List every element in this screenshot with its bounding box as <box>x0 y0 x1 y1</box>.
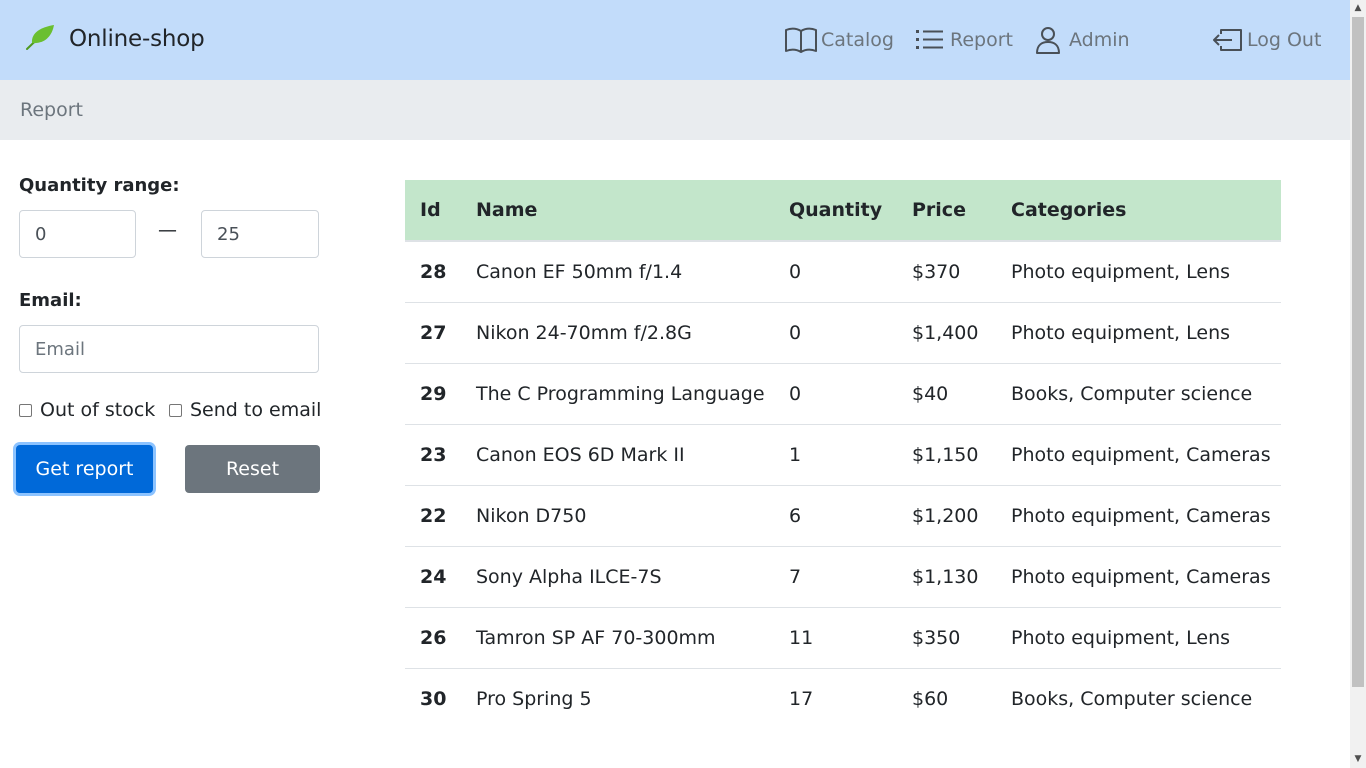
logout-icon <box>1211 27 1243 53</box>
cell-name: Pro Spring 5 <box>461 667 774 729</box>
email-label: Email: <box>19 290 82 311</box>
cell-quantity: 1 <box>774 423 897 485</box>
table-row: 30 Pro Spring 5 17 $60 Books, Computer s… <box>405 667 1281 729</box>
table-row: 27 Nikon 24-70mm f/2.8G 0 $1,400 Photo e… <box>405 301 1281 363</box>
header-id[interactable]: Id <box>405 180 461 242</box>
cell-price: $40 <box>897 362 996 424</box>
cell-price: $1,130 <box>897 545 996 607</box>
cell-price: $1,400 <box>897 301 996 363</box>
cell-id: 24 <box>405 545 461 607</box>
send-to-email-label: Send to email <box>190 399 322 421</box>
cell-categories: Photo equipment, Cameras <box>996 545 1281 607</box>
cell-price: $350 <box>897 606 996 668</box>
header-categories[interactable]: Categories <box>996 180 1281 242</box>
table-row: 22 Nikon D750 6 $1,200 Photo equipment, … <box>405 484 1281 546</box>
cell-id: 22 <box>405 484 461 546</box>
cell-id: 26 <box>405 606 461 668</box>
book-icon <box>784 26 818 54</box>
cell-categories: Photo equipment, Cameras <box>996 423 1281 485</box>
table-header-row: Id Name Quantity Price Categories <box>405 180 1281 242</box>
cell-price: $1,200 <box>897 484 996 546</box>
send-to-email-checkbox[interactable]: Send to email <box>169 399 321 421</box>
header-price[interactable]: Price <box>897 180 996 242</box>
nav-logout-label: Log Out <box>1247 29 1322 51</box>
nav-logout[interactable]: Log Out <box>1211 24 1321 56</box>
quantity-max-input[interactable] <box>201 210 319 258</box>
cell-categories: Photo equipment, Lens <box>996 301 1281 363</box>
cell-name: The C Programming Language <box>461 362 774 424</box>
cell-quantity: 0 <box>774 301 897 363</box>
quantity-range-label: Quantity range: <box>19 175 180 196</box>
cell-quantity: 7 <box>774 545 897 607</box>
scrollbar-thumb[interactable] <box>1352 17 1364 687</box>
email-input[interactable] <box>19 325 319 373</box>
table-row: 26 Tamron SP AF 70-300mm 11 $350 Photo e… <box>405 606 1281 668</box>
checkbox-box[interactable] <box>19 403 32 417</box>
out-of-stock-label: Out of stock <box>40 399 156 421</box>
cell-quantity: 17 <box>774 667 897 729</box>
nav-admin-label: Admin <box>1069 29 1130 51</box>
nav-catalog-label: Catalog <box>821 29 894 51</box>
list-icon <box>915 28 944 52</box>
cell-quantity: 0 <box>789 260 802 283</box>
scroll-down-arrow-icon[interactable]: ▼ <box>1350 751 1366 768</box>
cell-quantity: 0 <box>774 362 897 424</box>
table-row: 24 Sony Alpha ILCE-7S 7 $1,130 Photo equ… <box>405 545 1281 607</box>
nav-report-label: Report <box>950 29 1013 51</box>
cell-name: Nikon 24-70mm f/2.8G <box>461 301 774 363</box>
cell-id: 30 <box>405 667 461 729</box>
cell-price: $60 <box>897 667 996 729</box>
get-report-button[interactable]: Get report <box>16 445 153 493</box>
cell-id: 29 <box>405 362 461 424</box>
nav-admin[interactable]: Admin <box>1035 24 1130 56</box>
cell-categories: Photo equipment, Cameras <box>996 484 1281 546</box>
table-row: 29 The C Programming Language 0 $40 Book… <box>405 362 1281 424</box>
nav-report[interactable]: Report <box>915 24 1013 56</box>
cell-id: 28 <box>420 260 447 283</box>
brand[interactable]: Online-shop <box>24 22 205 56</box>
cell-name: Sony Alpha ILCE-7S <box>461 545 774 607</box>
cell-id: 27 <box>405 301 461 363</box>
cell-categories: Books, Computer science <box>996 667 1281 729</box>
cell-name: Nikon D750 <box>461 484 774 546</box>
scroll-up-arrow-icon[interactable]: ▲ <box>1350 0 1366 17</box>
header-name[interactable]: Name <box>461 180 774 242</box>
breadcrumb: Report <box>0 80 1350 140</box>
cell-name: Canon EF 50mm f/1.4 <box>476 260 683 283</box>
cell-quantity: 6 <box>774 484 897 546</box>
user-icon <box>1035 26 1061 54</box>
cell-name: Canon EOS 6D Mark II <box>461 423 774 485</box>
cell-quantity: 11 <box>774 606 897 668</box>
checkbox-box[interactable] <box>169 403 182 417</box>
quantity-min-input[interactable] <box>19 210 136 258</box>
cell-price: $1,150 <box>897 423 996 485</box>
range-dash: — <box>158 219 177 241</box>
leaf-icon <box>24 22 56 56</box>
cell-price: $370 <box>912 260 961 283</box>
brand-name: Online-shop <box>69 26 205 52</box>
cell-categories: Photo equipment, Lens <box>1011 260 1231 283</box>
nav-catalog[interactable]: Catalog <box>784 24 894 56</box>
reset-button[interactable]: Reset <box>185 445 320 493</box>
table-row: 28 Canon EF 50mm f/1.4 0 $370 Photo equi… <box>405 241 1281 302</box>
cell-categories: Photo equipment, Lens <box>996 606 1281 668</box>
cell-id: 23 <box>405 423 461 485</box>
table-row: 23 Canon EOS 6D Mark II 1 $1,150 Photo e… <box>405 423 1281 485</box>
report-table-container: Id Name Quantity Price Categories 28 Can… <box>405 180 1281 729</box>
report-table: Id Name Quantity Price Categories 28 Can… <box>405 180 1281 729</box>
cell-name: Tamron SP AF 70-300mm <box>461 606 774 668</box>
navbar: Online-shop Catalog Report Admin Log Out <box>0 0 1350 80</box>
breadcrumb-current: Report <box>20 99 83 121</box>
vertical-scrollbar[interactable]: ▲ ▼ <box>1350 0 1366 768</box>
cell-categories: Books, Computer science <box>996 362 1281 424</box>
header-quantity[interactable]: Quantity <box>774 180 897 242</box>
out-of-stock-checkbox[interactable]: Out of stock <box>19 399 155 421</box>
